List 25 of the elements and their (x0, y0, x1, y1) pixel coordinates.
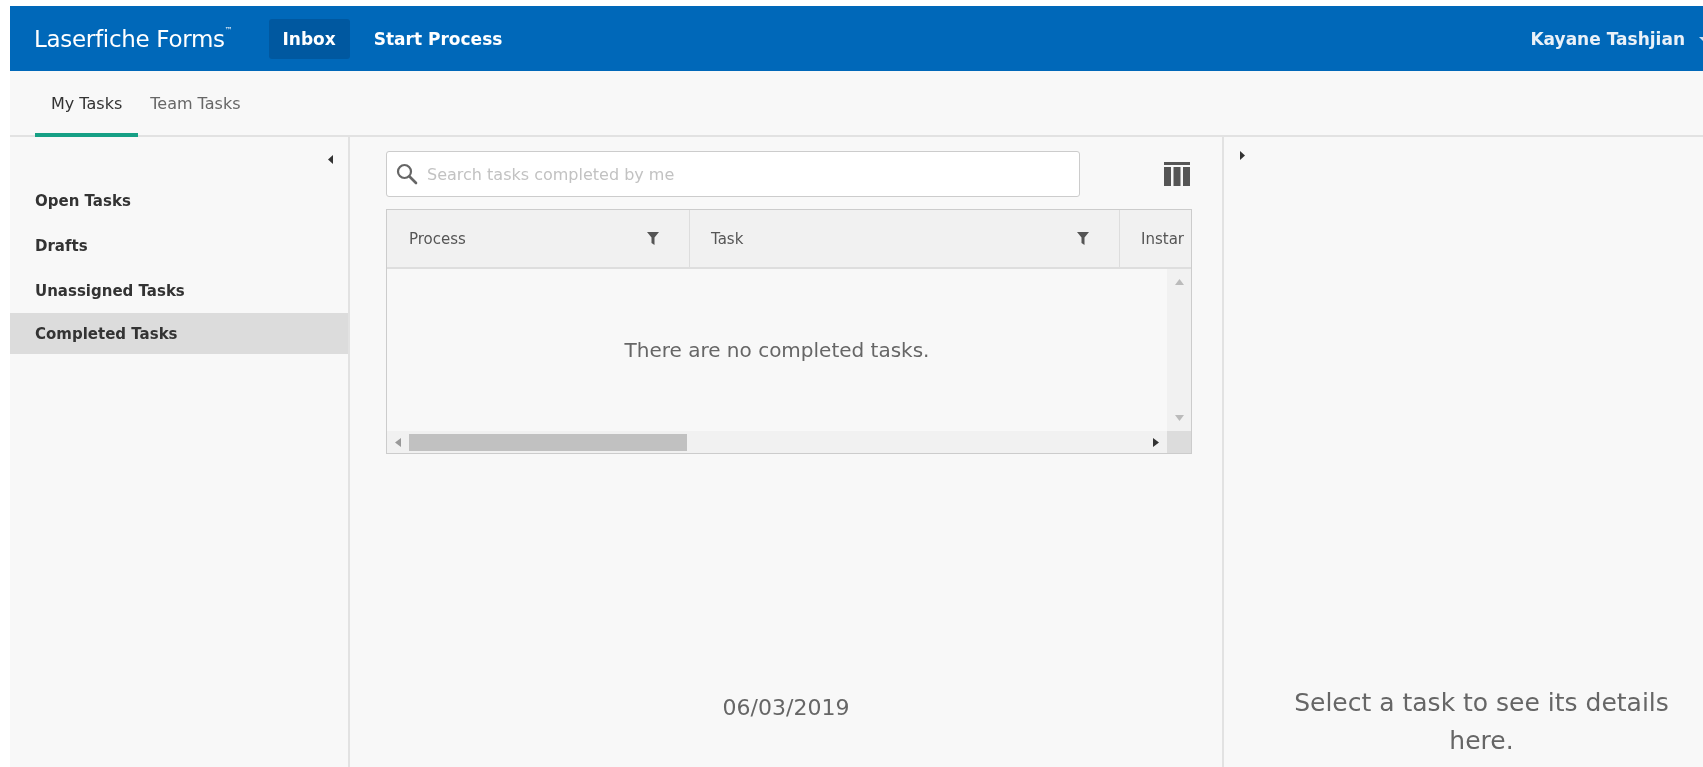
sidebar-item[interactable]: Open Tasks (10, 178, 348, 223)
date-text: 06/03/2019 (722, 695, 850, 720)
sidebar-item[interactable]: Unassigned Tasks (10, 268, 348, 313)
caret-icon[interactable] (1699, 35, 1703, 42)
nav-link[interactable]: Inbox (268, 18, 350, 59)
nav-link[interactable]: Start Process (359, 18, 517, 59)
column-header[interactable]: Task (690, 210, 1120, 267)
search-field[interactable]: Search tasks completed by me (386, 151, 1080, 197)
details-message: Select a task to see its details here. (1293, 687, 1670, 757)
columns-icon[interactable] (1164, 162, 1190, 186)
scrollbar-corner (1167, 431, 1191, 453)
user-menu[interactable]: Kayane Tashjian (1530, 28, 1685, 49)
filter-icon[interactable] (647, 232, 659, 245)
app-logo: Laserfiche Forms$^{™}$ (34, 25, 233, 52)
scroll-right-icon[interactable] (1153, 437, 1159, 447)
sidebar-item[interactable]: Completed Tasks (10, 313, 348, 354)
tab[interactable]: Team Tasks (138, 71, 253, 137)
column-header[interactable]: Instar (1120, 210, 1191, 267)
expand-icon[interactable] (1240, 151, 1245, 160)
column-header[interactable]: Process (387, 210, 690, 267)
empty-message: There are no completed tasks. (624, 338, 930, 362)
sidebar-item[interactable]: Drafts (10, 223, 348, 268)
collapse-icon[interactable] (328, 155, 333, 164)
filter-icon[interactable] (1077, 232, 1089, 245)
horizontal-scrollbar[interactable] (387, 431, 1167, 453)
